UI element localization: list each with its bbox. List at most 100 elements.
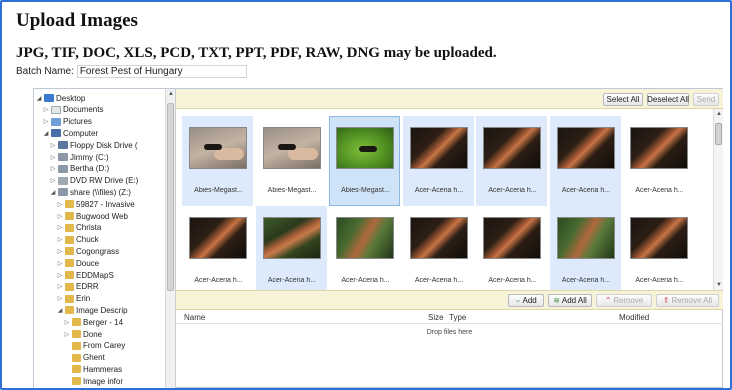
column-modified[interactable]: Modified (619, 313, 649, 322)
folder-icon (72, 377, 81, 386)
scroll-down-arrow-icon[interactable]: ▼ (716, 282, 722, 288)
collapse-triangle-icon[interactable]: ▷ (57, 283, 63, 290)
thumbnail-tile[interactable]: Acer-Aceria h... (623, 206, 694, 296)
collapse-triangle-icon[interactable]: ▷ (57, 213, 63, 220)
tree-item[interactable]: ▷ EDRR (57, 282, 99, 292)
tree-item[interactable]: From Carey (64, 341, 125, 351)
scroll-up-arrow-icon[interactable]: ▲ (716, 111, 722, 117)
insect-shape (359, 146, 377, 152)
thumbnail-tile[interactable]: Acer-Aceria h... (623, 116, 694, 206)
tree-item[interactable]: ▷ Floppy Disk Drive ( (50, 140, 138, 150)
tree-item[interactable]: ◢ share (\\files) (Z:) (50, 187, 131, 197)
floppy-icon (58, 141, 68, 150)
thumbnail-tile[interactable]: Acer-Aceria h... (255, 206, 327, 296)
grid-scrollbar[interactable]: ▲ ▼ (713, 109, 723, 290)
thumbnail-caption: Acer-Aceria h... (561, 187, 611, 194)
deselect-all-button[interactable]: Deselect All (647, 93, 689, 106)
tree-item[interactable]: ▷ Bertha (D:) (50, 164, 109, 174)
tree-item-label: Hammeras (83, 364, 123, 374)
tree-item[interactable]: ▷ Erin (57, 294, 91, 304)
tree-item[interactable]: ◢ Image Descrip (57, 305, 128, 315)
collapse-triangle-icon[interactable]: ▷ (57, 295, 63, 302)
expand-triangle-icon[interactable]: ◢ (57, 307, 63, 314)
tree-item[interactable]: ▷ Douce (57, 258, 99, 268)
tree-item[interactable]: ◢ Desktop (36, 93, 86, 103)
tree-item[interactable]: Ghent (64, 353, 105, 363)
thumbnail-tile[interactable]: Acer-Aceria h... (549, 116, 621, 206)
column-name[interactable]: Name (184, 313, 205, 322)
thumbnail-tile[interactable]: Acer-Aceria h... (402, 116, 474, 206)
thumbnail-tile[interactable]: Acer-Aceria h... (549, 206, 621, 296)
thumbnail-tile[interactable]: Abies-Megast... (329, 116, 400, 206)
thumbnail-caption: Abies-Megast... (194, 187, 243, 194)
folder-icon (65, 235, 74, 244)
thumbnail-tile[interactable]: Acer-Aceria h... (476, 206, 547, 296)
uploader-widget: ◢ Desktop ▷ Documents ▷ Pictures ◢ Computer ▷ Flo… (33, 88, 723, 388)
collapse-triangle-icon[interactable]: ▷ (57, 248, 63, 255)
collapse-triangle-icon[interactable]: ▷ (57, 224, 63, 231)
thumbnail-image (630, 127, 688, 169)
add-button[interactable]: ⌣ Add (508, 294, 544, 307)
thumbnail-caption: Acer-Aceria h... (635, 187, 684, 194)
scroll-up-arrow-icon[interactable]: ▲ (168, 91, 174, 97)
tree-item[interactable]: ▷ DVD RW Drive (E:) (50, 176, 139, 186)
tree-item[interactable]: Image infor (64, 376, 123, 386)
tree-item[interactable]: ◢ Computer (43, 128, 98, 138)
collapse-triangle-icon[interactable]: ▷ (43, 118, 49, 125)
tree-item-label: Desktop (56, 93, 86, 103)
collapse-triangle-icon[interactable]: ▷ (43, 106, 49, 113)
collapse-triangle-icon[interactable]: ▷ (57, 260, 63, 267)
tree-item[interactable]: ▷ Documents (43, 105, 104, 115)
tree-item[interactable]: ▷ 59827 - Invasive (57, 199, 135, 209)
batch-name-input[interactable] (76, 65, 247, 78)
collapse-triangle-icon[interactable]: ▷ (50, 142, 56, 149)
thumbnail-tile[interactable]: Acer-Aceria h... (476, 116, 547, 206)
tree-scrollbar[interactable]: ▲ (165, 89, 175, 388)
collapse-triangle-icon[interactable]: ▷ (50, 154, 56, 161)
tree-item[interactable]: ▷ Berger - 14 (64, 317, 123, 327)
select-all-button[interactable]: Select All (603, 93, 643, 106)
tree-item[interactable]: ▷ Done (64, 329, 102, 339)
tree-item-label: Image infor (83, 376, 124, 386)
send-button[interactable]: Send (693, 93, 719, 106)
folder-icon (65, 247, 74, 256)
thumbnail-tile[interactable]: Acer-Aceria h... (402, 206, 474, 296)
tree-item[interactable]: ▷ Christa (57, 223, 102, 233)
collapse-triangle-icon[interactable]: ▷ (57, 201, 63, 208)
remove-button[interactable]: ⌃ Remove (596, 294, 652, 307)
thumbnail-tile[interactable]: Abies-Megast... (255, 116, 327, 206)
tree-item[interactable]: ▷ EDDMapS (57, 270, 114, 280)
tree-item[interactable]: ▷ Jimmy (C:) (50, 152, 109, 162)
add-all-button[interactable]: ≋ Add All (548, 294, 592, 307)
thumbnail-tile[interactable]: Acer-Aceria h... (329, 206, 400, 296)
tree-scroll-thumb[interactable] (167, 103, 174, 291)
insect-shape (277, 144, 296, 150)
collapse-triangle-icon[interactable]: ▷ (50, 177, 56, 184)
thumbnail-tile[interactable]: Acer-Aceria h... (182, 206, 253, 296)
tree-item-label: Erin (76, 294, 91, 304)
collapse-triangle-icon[interactable]: ▷ (64, 319, 70, 326)
tree-item[interactable]: ▷ Bugwood Web (57, 211, 128, 221)
tree-item-label: Cogongrass (76, 246, 120, 256)
tree-item[interactable]: Hammeras (64, 364, 122, 374)
tree-item[interactable]: ▷ Cogongrass (57, 246, 119, 256)
thumbnail-image (189, 217, 247, 259)
remove-all-button-label: Remove All (671, 296, 713, 305)
collapse-triangle-icon[interactable]: ▷ (57, 272, 63, 279)
expand-triangle-icon[interactable]: ◢ (43, 130, 49, 137)
column-type[interactable]: Type (449, 313, 466, 322)
drop-zone-text[interactable]: Drop files here (176, 329, 723, 336)
tree-item-label: EDDMapS (76, 270, 114, 280)
collapse-triangle-icon[interactable]: ▷ (57, 236, 63, 243)
tree-item[interactable]: ▷ Chuck (57, 235, 99, 245)
collapse-triangle-icon[interactable]: ▷ (50, 165, 56, 172)
column-size[interactable]: Size (428, 313, 444, 322)
add-all-icon: ≋ (553, 296, 560, 305)
remove-all-button[interactable]: ⇑ Remove All (656, 294, 719, 307)
collapse-triangle-icon[interactable]: ▷ (64, 331, 70, 338)
expand-triangle-icon[interactable]: ◢ (36, 95, 42, 102)
thumbnail-tile[interactable]: Abies-Megast... (182, 116, 253, 206)
tree-item[interactable]: ▷ Pictures (43, 117, 92, 127)
expand-triangle-icon[interactable]: ◢ (50, 189, 56, 196)
grid-scroll-thumb[interactable] (715, 123, 722, 145)
